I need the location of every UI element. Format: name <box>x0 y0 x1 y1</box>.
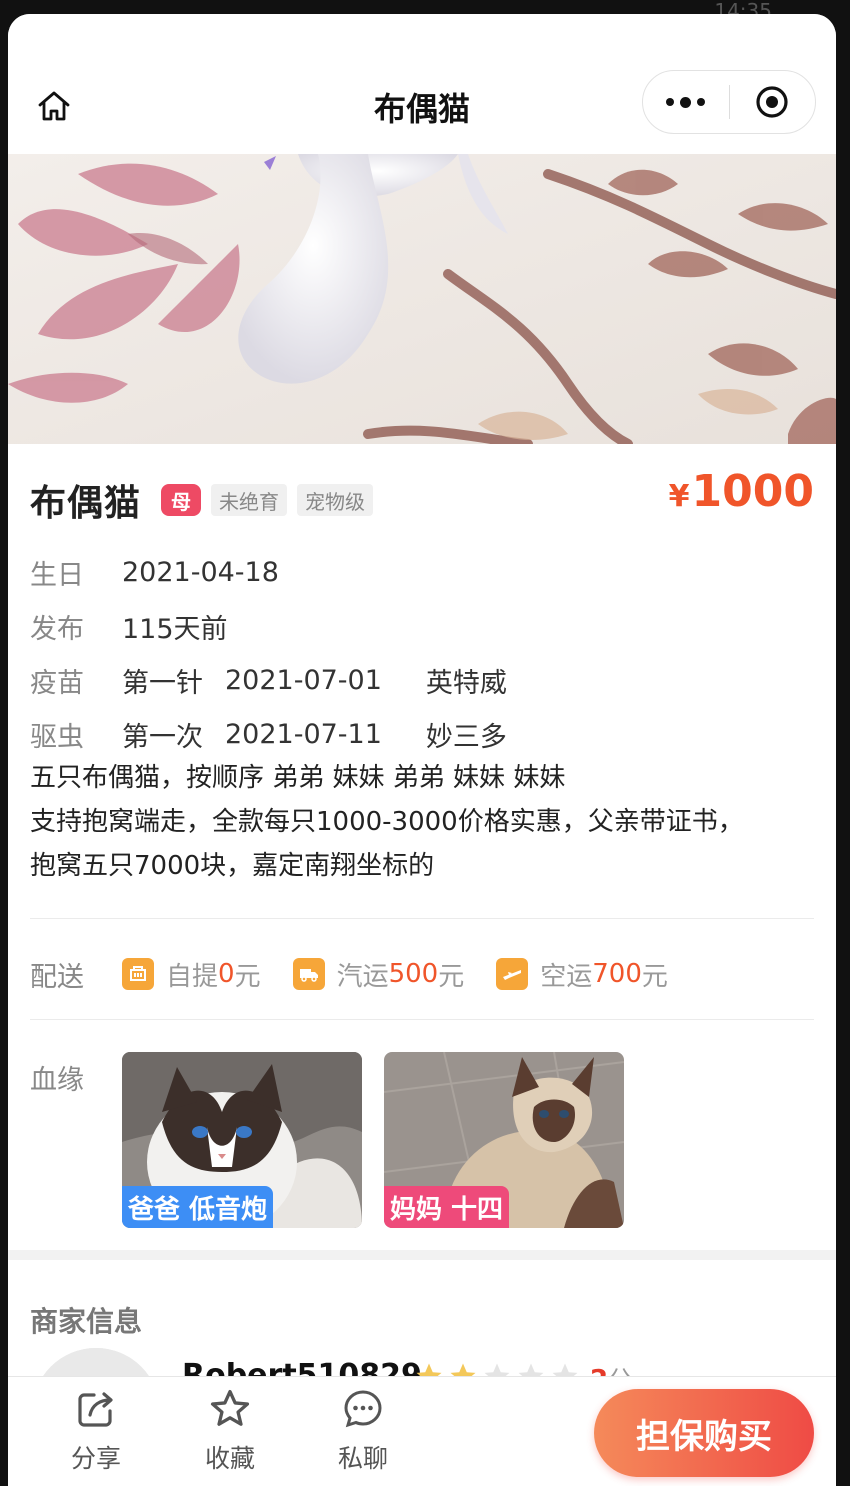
vaccine-brand: 英特威 <box>425 667 507 699</box>
delivery-option-truck: 汽运 500 元 <box>292 956 465 993</box>
delivery-label: 配送 <box>30 961 84 993</box>
share-label: 分享 <box>70 1444 121 1473</box>
vaccine-label: 疫苗 <box>30 667 84 699</box>
guaranteed-buy-button[interactable]: 担保购买 <box>594 1389 814 1477</box>
chat-button[interactable]: 私聊 <box>323 1387 403 1475</box>
father-photo[interactable]: 爸爸 低音炮 <box>122 1052 362 1228</box>
air-unit: 元 <box>641 961 668 992</box>
share-icon <box>74 1392 118 1435</box>
price-value: 1000 <box>691 466 814 517</box>
published-label: 发布 <box>30 613 84 645</box>
deworm-brand: 妙三多 <box>425 721 507 753</box>
gender-tag: 母 <box>161 484 202 516</box>
favorite-button[interactable]: 收藏 <box>190 1387 270 1475</box>
price: ¥1000 <box>669 466 814 517</box>
description-line: 五只布偶猫，按顺序 弟弟 妹妹 弟弟 妹妹 妹妹 <box>30 763 566 793</box>
delivery-option-pickup: 自提 0 元 <box>122 956 261 993</box>
truck-icon <box>292 958 325 990</box>
air-name: 空运 <box>540 961 593 992</box>
merchant-section-title: 商家信息 <box>30 1305 143 1338</box>
favorite-label: 收藏 <box>204 1444 255 1473</box>
delivery-row: 配送 自提 0 元 汽运 500 元 空运 700 元 <box>30 952 700 996</box>
deworm-row: 驱虫 第一次 2021-07-11 妙三多 <box>30 714 507 754</box>
delivery-option-air: 空运 700 元 <box>496 956 668 993</box>
pickup-icon <box>122 958 154 990</box>
tag-grade: 宠物级 <box>297 484 374 516</box>
mother-tag: 妈妈 十四 <box>384 1186 510 1228</box>
description-line: 支持抱窝端走，全款每只1000-3000价格实惠，父亲带证书， <box>30 807 744 837</box>
birthday-label: 生日 <box>30 559 84 591</box>
lineage-row: 血缘 爸爸 低音炮 妈妈 十四 <box>30 1052 646 1228</box>
vaccine-date: 2021-07-01 <box>225 664 382 696</box>
phone-screen: 布偶猫 布偶猫 母 未绝育 宠物级 ¥1000 生日 2021-04-18 发布… <box>8 14 836 1486</box>
plane-icon <box>496 958 529 990</box>
description-line: 抱窝五只7000块，嘉定南翔坐标的 <box>30 851 435 881</box>
pickup-unit: 元 <box>234 961 261 992</box>
truck-name: 汽运 <box>336 961 389 992</box>
pickup-amount: 0 <box>218 959 235 989</box>
share-button[interactable]: 分享 <box>56 1387 136 1475</box>
truck-unit: 元 <box>438 961 465 992</box>
bottom-action-bar: 分享 收藏 私聊 担保购买 <box>8 1376 836 1486</box>
chat-label: 私聊 <box>337 1444 388 1473</box>
description: 五只布偶猫，按顺序 弟弟 妹妹 弟弟 妹妹 妹妹 支持抱窝端走，全款每只1000… <box>30 756 820 888</box>
section-gap <box>8 1250 836 1260</box>
pet-photo[interactable] <box>8 154 836 444</box>
more-icon[interactable] <box>643 96 729 108</box>
mother-photo[interactable]: 妈妈 十四 <box>384 1052 624 1228</box>
pet-name: 布偶猫 <box>30 483 142 524</box>
close-target-icon[interactable] <box>730 84 816 120</box>
chat-bubble-icon <box>341 1390 385 1435</box>
star-outline-icon <box>208 1389 252 1435</box>
pickup-name: 自提 <box>166 961 219 992</box>
mini-program-capsule <box>642 70 816 134</box>
tag-neuter-status: 未绝育 <box>211 484 288 516</box>
birthday-row: 生日 2021-04-18 <box>30 552 279 592</box>
father-tag: 爸爸 低音炮 <box>122 1186 274 1228</box>
deworm-date: 2021-07-11 <box>225 718 382 750</box>
lineage-label: 血缘 <box>30 1065 84 1096</box>
published-row: 发布 115天前 <box>30 606 228 646</box>
title-row: 布偶猫 母 未绝育 宠物级 <box>30 474 374 526</box>
air-amount: 700 <box>592 959 642 989</box>
truck-amount: 500 <box>388 959 439 989</box>
divider <box>30 918 814 919</box>
vaccine-row: 疫苗 第一针 2021-07-01 英特威 <box>30 660 507 700</box>
published-value: 115天前 <box>122 613 228 645</box>
divider <box>30 1019 814 1020</box>
nav-bar: 布偶猫 <box>8 14 836 154</box>
deworm-label: 驱虫 <box>30 721 84 753</box>
price-symbol: ¥ <box>668 479 690 514</box>
birthday-value: 2021-04-18 <box>122 556 279 588</box>
deworm-dose: 第一次 <box>122 721 203 753</box>
vaccine-dose: 第一针 <box>122 667 203 699</box>
